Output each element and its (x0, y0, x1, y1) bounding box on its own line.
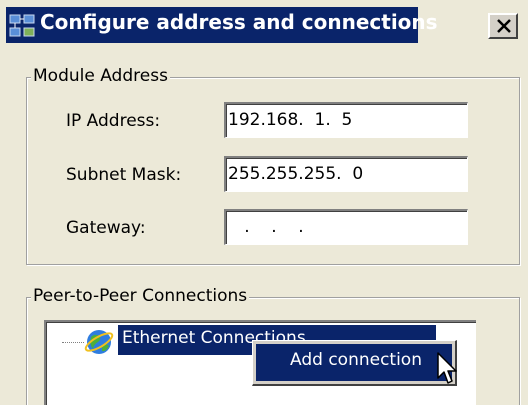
peer-connections-legend: Peer-to-Peer Connections (31, 286, 250, 306)
close-button[interactable] (488, 13, 518, 39)
context-menu: Add connection (252, 340, 457, 386)
globe-icon (84, 330, 114, 354)
subnet-mask-field[interactable]: 255.255.255. 0 (224, 156, 468, 192)
ip-address-field[interactable]: 192.168. 1. 5 (224, 102, 468, 138)
module-address-legend: Module Address (31, 66, 170, 86)
title-bar: Configure address and connections (0, 0, 528, 44)
close-icon (497, 19, 511, 33)
subnet-mask-label: Subnet Mask: (66, 165, 182, 185)
tree-connector (62, 342, 84, 343)
ip-address-label: IP Address: (66, 111, 161, 131)
gateway-field[interactable]: . . . (224, 209, 468, 245)
window-title: Configure address and connections (40, 10, 438, 34)
network-config-icon (9, 14, 35, 37)
gateway-label: Gateway: (66, 218, 146, 238)
menu-item-add-connection[interactable]: Add connection (256, 344, 452, 381)
mouse-cursor-icon (437, 352, 457, 384)
